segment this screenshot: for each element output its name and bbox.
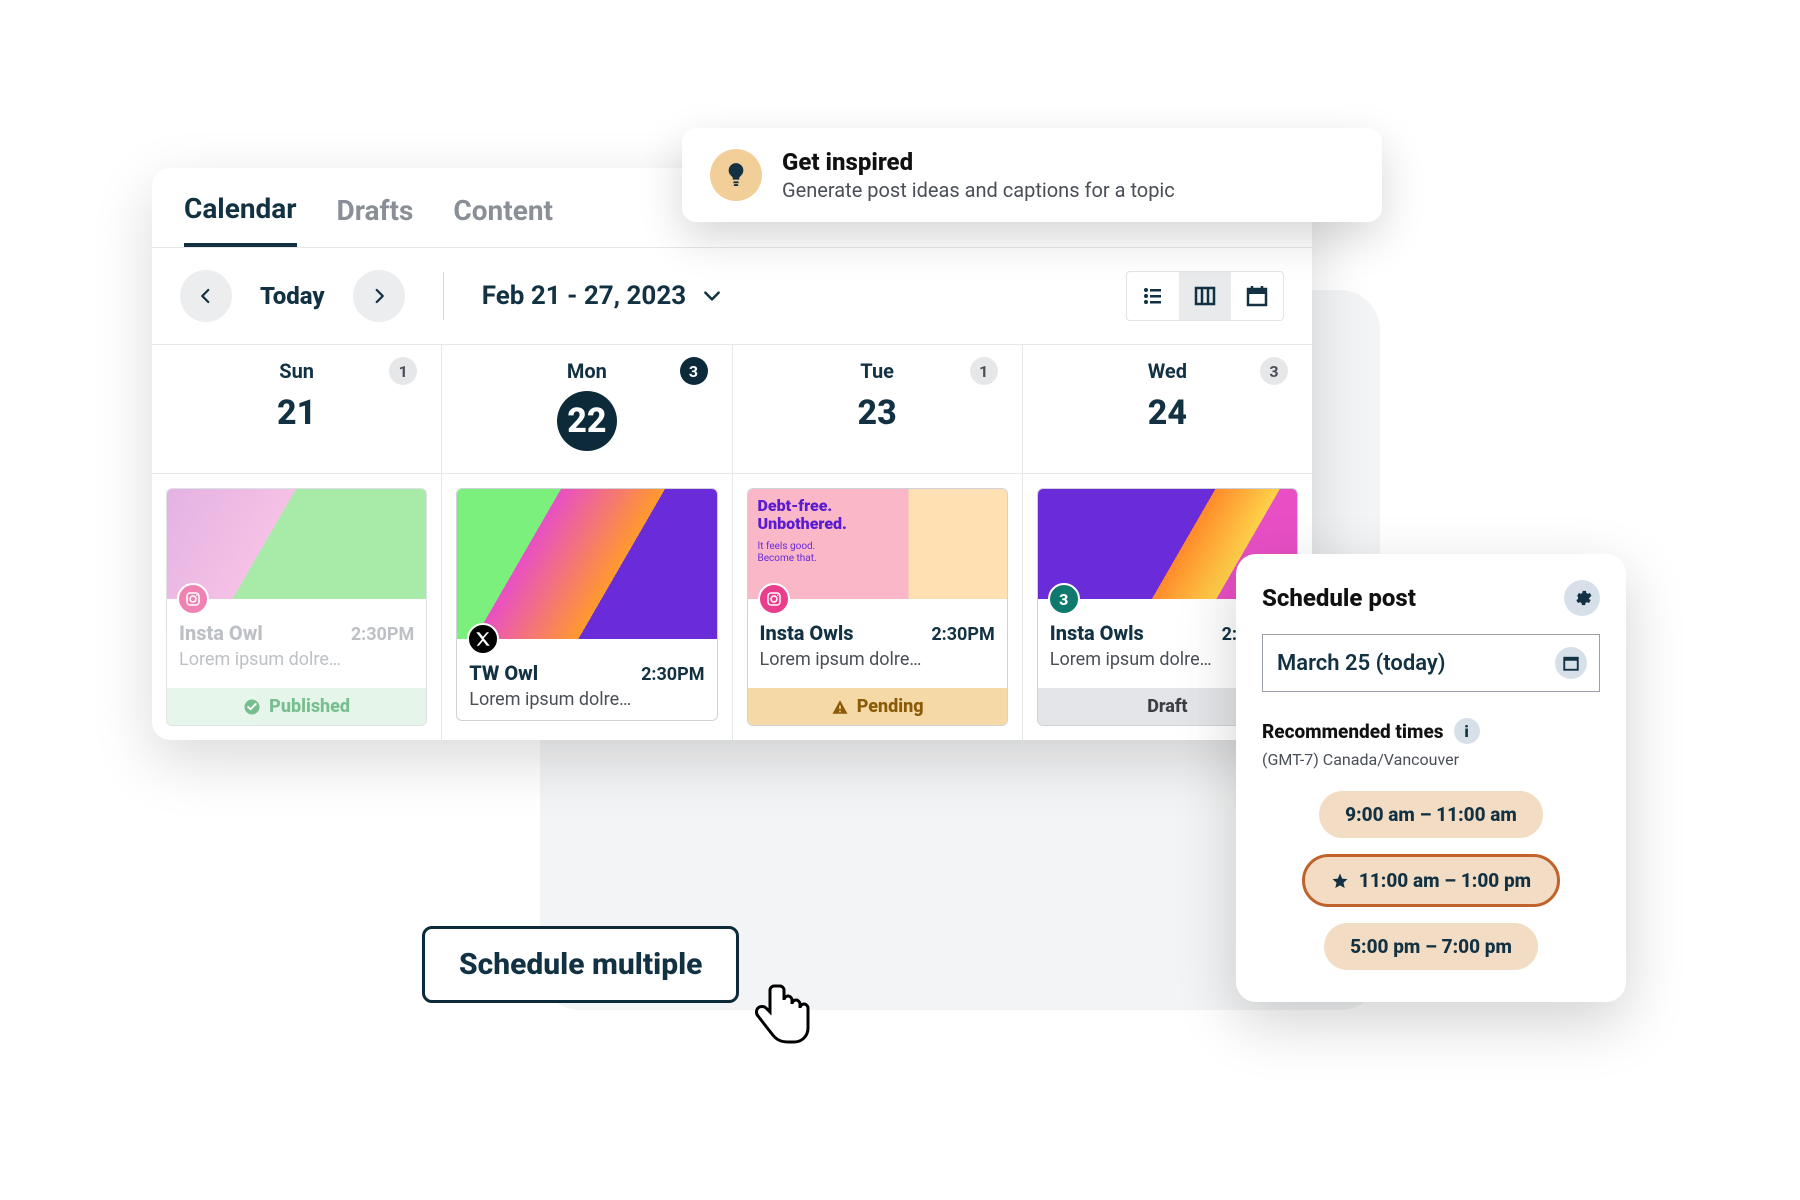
day-column-mon: TW Owl 2:30PM Lorem ipsum dolre…: [442, 474, 732, 740]
post-card[interactable]: Debt-free. Unbothered. It feels good. Be…: [747, 488, 1008, 726]
post-card[interactable]: Insta Owl 2:30PM Lorem ipsum dolre… Publ…: [166, 488, 427, 726]
gear-icon: [1572, 588, 1592, 608]
warning-icon: [831, 698, 849, 716]
post-thumbnail: [167, 489, 426, 599]
chevron-down-icon: [702, 286, 722, 306]
status-pending: Pending: [748, 688, 1007, 725]
tab-content[interactable]: Content: [453, 194, 553, 245]
post-snippet: Lorem ipsum dolre…: [179, 649, 414, 670]
today-button[interactable]: Today: [260, 282, 325, 310]
post-body: TW Owl 2:30PM Lorem ipsum dolre…: [457, 639, 716, 720]
view-month-button[interactable]: [1231, 272, 1283, 320]
post-time: 2:30PM: [641, 664, 704, 685]
calendar-toolbar: Today Feb 21 - 27, 2023: [152, 248, 1312, 345]
schedule-date-field[interactable]: March 25 (today): [1262, 634, 1600, 692]
instagram-icon: [177, 583, 209, 615]
thumb-subhead: It feels good. Become that.: [758, 541, 817, 565]
check-circle-icon: [243, 698, 261, 716]
view-week-button[interactable]: [1179, 272, 1231, 320]
day-count-badge: 3: [1260, 357, 1288, 385]
calendar-icon: [1555, 647, 1587, 679]
post-thumbnail: [457, 489, 716, 639]
day-number: 24: [1033, 393, 1302, 433]
inspire-subtitle: Generate post ideas and captions for a t…: [782, 178, 1175, 202]
multi-network-badge: 3: [1048, 583, 1080, 615]
date-range-button[interactable]: Feb 21 - 27, 2023: [482, 281, 723, 311]
post-body: Insta Owls 2:30PM Lorem ipsum dolre…: [748, 599, 1007, 680]
post-thumbnail: Debt-free. Unbothered. It feels good. Be…: [748, 489, 1007, 599]
schedule-multiple-button[interactable]: Schedule multiple: [422, 926, 739, 1003]
day-count-badge: 3: [680, 357, 708, 385]
status-published: Published: [167, 688, 426, 725]
inspire-title: Get inspired: [782, 148, 1175, 176]
day-column-tue: Debt-free. Unbothered. It feels good. Be…: [733, 474, 1023, 740]
post-snippet: Lorem ipsum dolre…: [469, 689, 704, 710]
day-headers: Sun 1 21 Mon 3 22 Tue 1 23 Wed 3 24: [152, 345, 1312, 474]
schedule-post-panel: Schedule post March 25 (today) Recommend…: [1236, 554, 1626, 1002]
prev-button[interactable]: [180, 270, 232, 322]
cards-row: Insta Owl 2:30PM Lorem ipsum dolre… Publ…: [152, 474, 1312, 740]
time-slot-best[interactable]: 11:00 am – 1:00 pm: [1302, 854, 1560, 907]
instagram-icon: [758, 583, 790, 615]
account-name: Insta Owls: [760, 621, 854, 645]
day-header-tue[interactable]: Tue 1 23: [733, 345, 1023, 473]
recommended-times-label: Recommended times i: [1262, 718, 1600, 744]
thumb-headline: Debt-free. Unbothered.: [758, 497, 847, 532]
schedule-date-value: March 25 (today): [1277, 651, 1446, 676]
post-card[interactable]: TW Owl 2:30PM Lorem ipsum dolre…: [456, 488, 717, 721]
post-body: Insta Owl 2:30PM Lorem ipsum dolre…: [167, 599, 426, 680]
day-count-badge: 1: [970, 357, 998, 385]
time-slots: 9:00 am – 11:00 am 11:00 am – 1:00 pm 5:…: [1262, 791, 1600, 970]
star-icon: [1331, 872, 1349, 890]
day-header-wed[interactable]: Wed 3 24: [1023, 345, 1312, 473]
tab-calendar[interactable]: Calendar: [184, 192, 297, 247]
get-inspired-card[interactable]: Get inspired Generate post ideas and cap…: [682, 128, 1382, 222]
timezone-label: (GMT-7) Canada/Vancouver: [1262, 750, 1600, 769]
account-name: TW Owl: [469, 661, 538, 685]
post-snippet: Lorem ipsum dolre…: [760, 649, 995, 670]
day-column-sun: Insta Owl 2:30PM Lorem ipsum dolre… Publ…: [152, 474, 442, 740]
calendar-icon: [1245, 284, 1269, 308]
chevron-right-icon: [370, 287, 388, 305]
tab-drafts[interactable]: Drafts: [337, 194, 414, 245]
time-slot[interactable]: 9:00 am – 11:00 am: [1319, 791, 1543, 838]
cursor-hand-icon: [750, 978, 814, 1050]
next-button[interactable]: [353, 270, 405, 322]
calendar-panel: Calendar Drafts Content Today Feb 21 - 2…: [152, 168, 1312, 740]
chevron-left-icon: [197, 287, 215, 305]
day-header-mon[interactable]: Mon 3 22: [442, 345, 732, 473]
day-number: 21: [162, 393, 431, 433]
date-range-label: Feb 21 - 27, 2023: [482, 281, 687, 311]
view-list-button[interactable]: [1127, 272, 1179, 320]
x-twitter-icon: [467, 623, 499, 655]
day-number: 22: [557, 391, 617, 451]
schedule-panel-title: Schedule post: [1262, 584, 1416, 612]
account-name: Insta Owls: [1050, 621, 1144, 645]
columns-icon: [1193, 284, 1217, 308]
settings-button[interactable]: [1564, 580, 1600, 616]
list-icon: [1141, 284, 1165, 308]
day-header-sun[interactable]: Sun 1 21: [152, 345, 442, 473]
lightbulb-icon: [710, 149, 762, 201]
day-number: 23: [743, 393, 1012, 433]
divider: [443, 272, 444, 320]
view-switcher: [1126, 271, 1284, 321]
time-slot[interactable]: 5:00 pm – 7:00 pm: [1324, 923, 1538, 970]
post-time: 2:30PM: [931, 624, 994, 645]
info-icon[interactable]: i: [1454, 718, 1480, 744]
post-time: 2:30PM: [351, 624, 414, 645]
account-name: Insta Owl: [179, 621, 263, 645]
time-slot-label: 11:00 am – 1:00 pm: [1359, 869, 1531, 892]
